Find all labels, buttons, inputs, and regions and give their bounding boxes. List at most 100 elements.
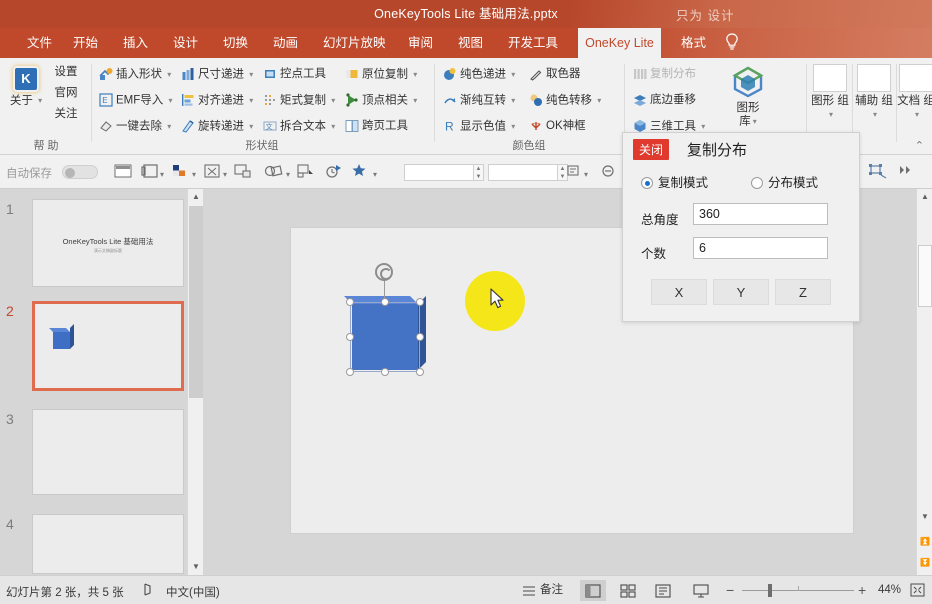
axis-z-button[interactable]: Z	[775, 279, 831, 305]
matrix-copy-button[interactable]: 矩式复制 ▾	[262, 90, 335, 111]
qat-field-1-spinner[interactable]: ▲ ▼	[474, 164, 484, 181]
in-place-copy-button[interactable]: 原位复制 ▾	[344, 64, 417, 85]
effects-icon[interactable]	[352, 163, 370, 181]
selected-cube-shape[interactable]	[344, 263, 426, 376]
axis-y-button[interactable]: Y	[713, 279, 769, 305]
fit-to-window-icon[interactable]	[910, 580, 928, 601]
website-button[interactable]: 官网	[48, 83, 84, 104]
timing-icon[interactable]	[325, 163, 343, 181]
cross-page-button[interactable]: 跨页工具	[344, 116, 408, 137]
tab-format[interactable]: 格式	[672, 28, 715, 58]
copy-distribute-dialog[interactable]: 关闭 复制分布 复制模式 分布模式 总角度 360 个数 6 X Y Z	[622, 132, 860, 322]
one-click-remove-button[interactable]: 一键去除 ▾	[98, 116, 171, 137]
thumbnail-scroll-down-button[interactable]: ▼	[188, 559, 203, 575]
bottom-shift-button[interactable]: 底边垂移	[632, 90, 696, 111]
theme-color-caret-icon[interactable]: ▾	[192, 170, 196, 179]
tab-design[interactable]: 设计	[164, 28, 207, 58]
slide-thumbnail-2[interactable]	[32, 301, 184, 391]
three-d-tools-caret-icon[interactable]: ▾	[701, 122, 705, 131]
gradient-swap-button[interactable]: 渐纯互转 ▾	[442, 90, 515, 111]
thumbnail-scrollbar[interactable]: ▲ ▼	[187, 189, 203, 575]
solid-step-caret-icon[interactable]: ▾	[511, 70, 515, 79]
emf-import-button[interactable]: E EMF导入 ▾	[98, 90, 173, 111]
tab-transition[interactable]: 切换	[214, 28, 257, 58]
zoom-out-button[interactable]: −	[726, 582, 734, 598]
ok-box-button[interactable]: OK神框	[528, 116, 586, 137]
settings-button[interactable]: 设置	[48, 62, 84, 83]
rotate-step-button[interactable]: 旋转递进 ▾	[180, 116, 253, 137]
slide-thumbnail-panel[interactable]: 1 OneKeyTools Lite 基础用法 演示文稿副标题 2 3 4 ▲ …	[0, 189, 203, 575]
canvas-scroll-down-button[interactable]: ▼	[917, 509, 932, 525]
eyedropper-button[interactable]: 取色器	[528, 64, 581, 85]
resize-handle-ne[interactable]	[416, 298, 424, 306]
zoom-slider-knob[interactable]	[768, 584, 772, 597]
assist-group-button[interactable]: 辅助 组 ▾	[854, 63, 894, 129]
previous-slide-button[interactable]: ⏫	[917, 534, 932, 550]
qat-extra-caret-1[interactable]: ▾	[584, 170, 588, 179]
view-slide-sorter-button[interactable]	[615, 580, 641, 601]
zoom-in-button[interactable]: +	[858, 582, 866, 598]
tab-view[interactable]: 视图	[449, 28, 492, 58]
canvas-scroll-thumb[interactable]	[918, 245, 932, 307]
collapse-ribbon-button[interactable]: ⌃	[915, 139, 924, 152]
dialog-close-button[interactable]: 关闭	[633, 139, 670, 160]
resize-handle-sw[interactable]	[346, 368, 354, 376]
doc-group-caret-icon[interactable]: ▾	[915, 110, 919, 119]
canvas-vertical-scrollbar[interactable]: ▲ ▼ ⏫ ⏬	[916, 189, 932, 575]
in-place-copy-caret-icon[interactable]: ▾	[413, 70, 417, 79]
resize-handle-se[interactable]	[416, 368, 424, 376]
assist-group-caret-icon[interactable]: ▾	[873, 110, 877, 119]
insert-shape-button[interactable]: 插入形状 ▾	[98, 64, 171, 85]
resize-handle-n[interactable]	[381, 298, 389, 306]
shape-merge-caret-icon[interactable]: ▾	[286, 170, 290, 179]
view-slideshow-button[interactable]	[688, 580, 714, 601]
shape-merge-icon[interactable]	[264, 163, 283, 181]
theme-color-icon[interactable]	[171, 163, 189, 181]
solid-step-button[interactable]: 纯色递进 ▾	[442, 64, 515, 85]
resize-handle-w[interactable]	[346, 333, 354, 341]
selection-pane-icon[interactable]	[868, 163, 887, 181]
matrix-copy-caret-icon[interactable]: ▾	[331, 96, 335, 105]
shape-group-caret-icon[interactable]: ▾	[829, 110, 833, 119]
align-step-caret-icon[interactable]: ▾	[249, 96, 253, 105]
shape-group-button[interactable]: 图形 组 ▾	[810, 63, 850, 129]
tell-me-lightbulb-icon[interactable]	[725, 33, 739, 51]
align-step-button[interactable]: 对齐递进 ▾	[180, 90, 253, 111]
tab-animation[interactable]: 动画	[264, 28, 307, 58]
resize-handle-e[interactable]	[416, 333, 424, 341]
rotate-step-caret-icon[interactable]: ▾	[249, 122, 253, 131]
size-step-button[interactable]: 尺寸递进 ▾	[180, 64, 253, 85]
rotation-handle[interactable]	[375, 263, 393, 281]
thumbnail-scroll-up-button[interactable]: ▲	[188, 189, 203, 205]
layout-icon[interactable]	[141, 163, 159, 181]
about-caret-icon[interactable]: ▾	[38, 96, 42, 105]
count-input[interactable]: 6	[693, 237, 828, 259]
slide-thumbnail-1[interactable]: OneKeyTools Lite 基础用法 演示文稿副标题	[32, 199, 184, 287]
resize-handle-nw[interactable]	[346, 298, 354, 306]
insert-shape-caret-icon[interactable]: ▾	[167, 70, 171, 79]
axis-x-button[interactable]: X	[651, 279, 707, 305]
copy-distribute-button[interactable]: 复制分布	[632, 64, 696, 85]
qat-field-1[interactable]	[404, 164, 474, 181]
handle-tool-button[interactable]: 控点工具	[262, 64, 326, 85]
slide-thumbnail-4[interactable]	[32, 514, 184, 574]
zoom-level-label[interactable]: 44%	[878, 584, 901, 596]
tab-slideshow[interactable]: 幻灯片放映	[314, 28, 395, 58]
qat-extra-icon-2[interactable]	[600, 163, 618, 181]
vertex-caret-icon[interactable]: ▾	[413, 96, 417, 105]
slide-thumbnail-3[interactable]	[32, 409, 184, 495]
about-button[interactable]: K 关于 ▾	[6, 64, 46, 126]
remove-caret-icon[interactable]: ▾	[167, 122, 171, 131]
vertex-button[interactable]: 顶点相关 ▾	[344, 90, 417, 111]
gradient-swap-caret-icon[interactable]: ▾	[511, 96, 515, 105]
split-text-button[interactable]: 文 拆合文本 ▾	[262, 116, 335, 137]
autosave-toggle[interactable]	[62, 165, 98, 179]
tab-home[interactable]: 开始	[64, 28, 107, 58]
expand-arrows-icon[interactable]	[898, 163, 916, 181]
resize-handle-s[interactable]	[381, 368, 389, 376]
radio-copy-mode[interactable]: 复制模式	[641, 172, 708, 191]
layout-caret-icon[interactable]: ▾	[160, 170, 164, 179]
new-slide-icon[interactable]	[114, 163, 132, 181]
emf-import-caret-icon[interactable]: ▾	[168, 96, 172, 105]
show-color-value-button[interactable]: R 显示色值 ▾	[442, 116, 515, 137]
